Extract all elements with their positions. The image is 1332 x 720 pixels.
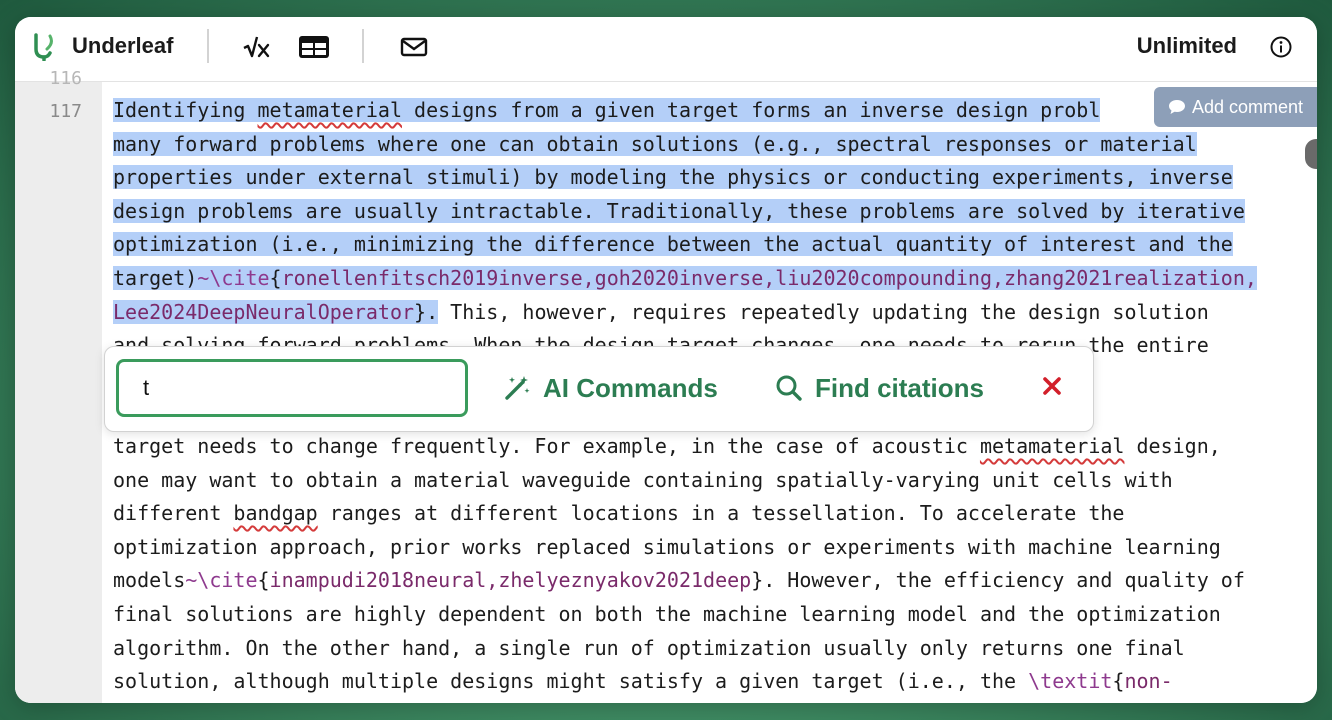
code-text: design problems are usually intractable.… xyxy=(113,198,1245,223)
code-line[interactable]: Lee2024DeepNeuralOperator}. This, howeve… xyxy=(113,296,1313,330)
misspelled-word: metamaterial xyxy=(979,433,1125,458)
code-text: Identifying xyxy=(113,98,258,122)
ai-commands-button[interactable]: AI Commands xyxy=(503,365,718,411)
command-input[interactable] xyxy=(116,359,468,417)
info-icon[interactable] xyxy=(1270,36,1292,58)
line-number: 117 xyxy=(49,101,82,122)
misspelled-word: metamaterial xyxy=(257,98,402,122)
code-text: optimization (i.e., minimizing the diffe… xyxy=(113,232,1233,257)
table-icon[interactable] xyxy=(297,33,331,61)
code-line[interactable]: models~\cite{inampudi2018neural,zhelyezn… xyxy=(113,564,1313,598)
add-comment-button[interactable]: Add comment xyxy=(1153,87,1317,127)
code-text: design, xyxy=(1124,433,1221,458)
app-window: Underleaf Unlimited 116 117 Identifying … xyxy=(15,17,1317,703)
toolbar-divider xyxy=(362,29,364,63)
toolbar-divider xyxy=(207,29,209,63)
code-text: inampudi2018neural,zhelyeznyakov2021deep xyxy=(269,568,752,593)
line-number-gutter: 116 117 xyxy=(15,68,102,703)
ai-command-popup: AI Commands Find citations xyxy=(104,346,1094,432)
code-text: ranges at different locations in a tesse… xyxy=(317,501,1125,526)
code-line[interactable]: final solutions are highly dependent on … xyxy=(113,598,1313,632)
search-icon xyxy=(776,375,802,401)
mail-icon[interactable] xyxy=(399,33,429,61)
code-text: algorithm. On the other hand, a single r… xyxy=(113,635,1185,660)
code-text: ~\cite xyxy=(197,265,270,290)
code-text: { xyxy=(1112,669,1125,694)
code-text: many forward problems where one can obta… xyxy=(113,131,1197,156)
code-line[interactable]: optimization approach, prior works repla… xyxy=(113,531,1313,565)
code-text: Lee2024DeepNeuralOperator xyxy=(113,299,415,324)
code-text: { xyxy=(257,568,270,593)
misspelled-word: bandgap xyxy=(233,501,318,526)
code-line[interactable]: design problems are usually intractable.… xyxy=(113,195,1313,229)
code-text: different xyxy=(113,501,234,526)
code-text: }. xyxy=(414,299,439,324)
code-text: { xyxy=(269,265,282,290)
sqrt-x-icon[interactable] xyxy=(242,33,272,61)
code-text: one may want to obtain a material wavegu… xyxy=(113,467,1173,492)
code-text: properties under external stimuli) by mo… xyxy=(113,165,1233,190)
code-text: ~\cite xyxy=(185,568,258,593)
code-line[interactable]: properties under external stimuli) by mo… xyxy=(113,161,1313,195)
code-line[interactable]: optimization (i.e., minimizing the diffe… xyxy=(113,228,1313,262)
ai-commands-label: AI Commands xyxy=(543,372,718,403)
code-text: final solutions are highly dependent on … xyxy=(113,601,1221,626)
code-line[interactable]: Identifying metamaterial designs from a … xyxy=(113,94,1313,128)
find-citations-button[interactable]: Find citations xyxy=(775,365,984,411)
code-line[interactable]: solution, although multiple designs migh… xyxy=(113,665,1313,699)
code-line[interactable]: different bandgap ranges at different lo… xyxy=(113,497,1313,531)
underleaf-logo-icon xyxy=(34,33,53,61)
code-text: This, however, requires repeatedly updat… xyxy=(438,299,1209,324)
line-number: 116 xyxy=(49,68,82,89)
close-icon[interactable] xyxy=(1041,375,1063,397)
code-text: ronellenfitsch2019inverse,goh2020inverse… xyxy=(281,265,1257,290)
plan-label: Unlimited xyxy=(1136,33,1237,58)
code-text: target) xyxy=(113,265,198,290)
code-text: optimization approach, prior works repla… xyxy=(113,534,1221,559)
code-text: \textit xyxy=(1028,669,1113,694)
code-line[interactable]: many forward problems where one can obta… xyxy=(113,128,1313,162)
code-line[interactable]: target needs to change frequently. For e… xyxy=(113,430,1313,464)
code-text: models xyxy=(113,568,186,593)
code-text: non- xyxy=(1124,669,1173,694)
top-toolbar: Underleaf Unlimited xyxy=(15,17,1317,82)
comment-icon xyxy=(1168,100,1185,114)
code-editor[interactable]: 116 117 Identifying metamaterial designs… xyxy=(15,68,1317,703)
magic-wand-icon xyxy=(505,376,530,400)
code-line[interactable]: algorithm. On the other hand, a single r… xyxy=(113,632,1313,666)
scrollbar-handle[interactable] xyxy=(1305,139,1317,169)
code-text: designs from a given target forms an inv… xyxy=(402,98,1101,122)
code-line[interactable]: one may want to obtain a material wavegu… xyxy=(113,464,1313,498)
code-text: solution, although multiple designs migh… xyxy=(113,669,1029,694)
add-comment-label: Add comment xyxy=(1191,96,1303,117)
code-text: target needs to change frequently. For e… xyxy=(113,433,980,458)
find-citations-label: Find citations xyxy=(815,372,984,403)
app-brand: Underleaf xyxy=(72,33,174,58)
code-text: }. However, the efficiency and quality o… xyxy=(751,568,1245,593)
code-line[interactable]: target)~\cite{ronellenfitsch2019inverse,… xyxy=(113,262,1313,296)
